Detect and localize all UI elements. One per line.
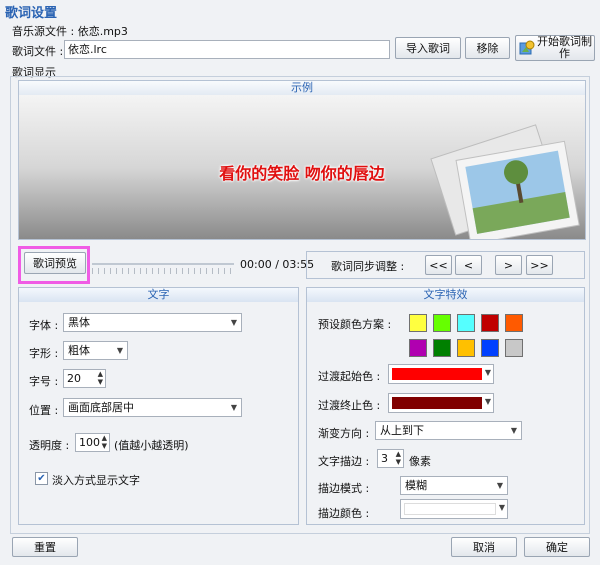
chevron-down-icon: ▼	[230, 318, 237, 327]
gradient-direction-select[interactable]: 从上到下 ▼	[375, 421, 522, 440]
text-effects-header: 文字特效	[307, 288, 584, 302]
preset-color-swatch[interactable]	[457, 314, 475, 332]
remove-button[interactable]: 移除	[465, 37, 510, 59]
opacity-hint: (值越小越透明)	[114, 439, 189, 452]
font-size-stepper[interactable]: 20 ▲ ▼	[63, 369, 106, 388]
outline-color-picker[interactable]: ▼	[400, 499, 508, 519]
outline-label: 文字描边 :	[318, 455, 370, 468]
start-lyrics-making-button[interactable]: 开始歌词制 作	[515, 35, 595, 61]
outline-width-value: 3	[381, 452, 388, 465]
opacity-value: 100	[79, 436, 100, 449]
fade-in-label: 淡入方式显示文字	[52, 474, 140, 487]
outline-unit: 像素	[409, 455, 431, 468]
spinner-arrows-icon[interactable]: ▲ ▼	[98, 370, 103, 386]
progress-ticks	[92, 268, 234, 274]
outline-mode-label: 描边模式 :	[318, 482, 370, 495]
gradient-direction-label: 渐变方向 :	[318, 427, 370, 440]
end-color-picker[interactable]: ▼	[388, 393, 494, 413]
fade-in-checkbox[interactable]: ✔	[35, 472, 48, 485]
preset-colors-label: 预设颜色方案 :	[318, 318, 392, 331]
outline-width-stepper[interactable]: 3 ▲ ▼	[377, 449, 404, 468]
lyrics-file-label: 歌词文件 :	[12, 45, 64, 58]
start-color-swatch	[392, 368, 482, 380]
ok-button[interactable]: 确定	[524, 537, 590, 557]
lyrics-preview-area: 示例 看你的笑脸 吻你的唇边	[18, 80, 586, 240]
sync-back-button[interactable]: <	[455, 255, 482, 275]
cancel-button[interactable]: 取消	[451, 537, 517, 557]
sync-forward-button[interactable]: >	[495, 255, 522, 275]
lyrics-file-field[interactable]: 依恋.lrc	[64, 40, 390, 59]
opacity-label: 透明度 :	[29, 439, 70, 452]
preset-color-swatch[interactable]	[505, 314, 523, 332]
sync-forward-fast-button[interactable]: >>	[526, 255, 553, 275]
font-style-select[interactable]: 粗体 ▼	[63, 341, 128, 360]
chevron-down-icon: ▼	[496, 481, 503, 490]
chevron-down-icon: ▼	[484, 368, 491, 377]
font-size-value: 20	[67, 372, 81, 385]
preset-color-swatch[interactable]	[409, 314, 427, 332]
font-label: 字体 :	[29, 319, 59, 332]
font-value: 黑体	[68, 316, 90, 329]
outline-mode-value: 模糊	[405, 479, 427, 492]
spinner-arrows-icon[interactable]: ▲ ▼	[396, 450, 401, 466]
outline-color-label: 描边颜色 :	[318, 507, 370, 520]
sample-lyric-text: 看你的笑脸 吻你的唇边	[219, 164, 385, 183]
end-color-label: 过渡终止色 :	[318, 399, 381, 412]
preview-highlight-frame	[18, 246, 90, 284]
outline-mode-select[interactable]: 模糊 ▼	[400, 476, 508, 495]
preset-color-swatch[interactable]	[481, 314, 499, 332]
position-value: 画面底部居中	[68, 401, 134, 414]
position-select[interactable]: 画面底部居中 ▼	[63, 398, 242, 417]
font-style-label: 字形 :	[29, 347, 59, 360]
preset-color-swatch[interactable]	[457, 339, 475, 357]
text-panel-header: 文字	[19, 288, 298, 302]
reset-button[interactable]: 重置	[12, 537, 78, 557]
playback-time: 00:00 / 03:55	[240, 258, 315, 271]
start-making-label-line2: 作	[559, 47, 570, 60]
gradient-direction-value: 从上到下	[380, 424, 424, 437]
end-color-swatch	[392, 397, 482, 409]
playback-progress-track[interactable]	[92, 263, 234, 265]
start-color-picker[interactable]: ▼	[388, 364, 494, 384]
font-size-label: 字号 :	[29, 375, 59, 388]
preset-color-swatch[interactable]	[409, 339, 427, 357]
chevron-down-icon: ▼	[510, 426, 517, 435]
preset-color-swatch[interactable]	[433, 339, 451, 357]
chevron-down-icon: ▼	[116, 346, 123, 355]
example-header: 示例	[19, 81, 585, 95]
dialog-title: 歌词设置	[5, 6, 58, 21]
spinner-arrows-icon[interactable]: ▲ ▼	[102, 434, 107, 450]
chevron-down-icon: ▼	[230, 403, 237, 412]
outline-color-swatch	[404, 503, 496, 515]
preset-color-swatch[interactable]	[505, 339, 523, 357]
lyrics-make-icon	[519, 40, 535, 55]
sync-back-fast-button[interactable]: <<	[425, 255, 452, 275]
font-style-value: 粗体	[68, 344, 90, 357]
opacity-stepper[interactable]: 100 ▲ ▼	[75, 433, 110, 452]
font-select[interactable]: 黑体 ▼	[63, 313, 242, 332]
chevron-down-icon: ▼	[498, 503, 505, 512]
import-lyrics-button[interactable]: 导入歌词	[395, 37, 461, 59]
preset-color-swatch[interactable]	[433, 314, 451, 332]
preset-color-swatch[interactable]	[481, 339, 499, 357]
start-color-label: 过渡起始色 :	[318, 370, 381, 383]
position-label: 位置 :	[29, 404, 59, 417]
music-source-label: 音乐源文件 : 依恋.mp3	[12, 25, 128, 38]
sync-adjust-label: 歌词同步调整 :	[331, 260, 405, 273]
chevron-down-icon: ▼	[484, 397, 491, 406]
